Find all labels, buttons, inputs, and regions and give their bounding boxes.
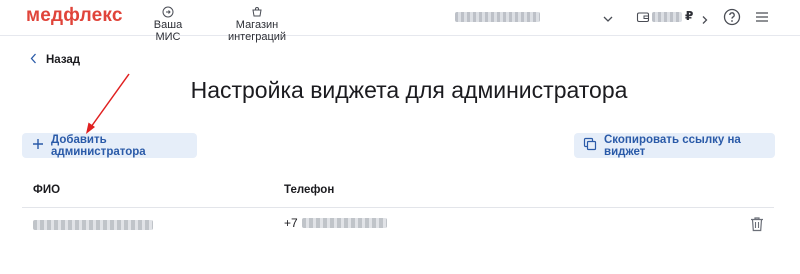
hamburger-menu-icon[interactable] — [755, 10, 769, 28]
add-administrator-button[interactable]: Добавить администратора — [22, 133, 197, 158]
wallet-icon — [636, 10, 650, 29]
delete-trash-icon[interactable] — [750, 216, 764, 237]
top-header: медфлекс Ваша МИС Магазин интеграций ₽ — [0, 0, 800, 43]
back-label: Назад — [46, 54, 81, 66]
table-divider — [22, 207, 774, 208]
brand-logo[interactable]: медфлекс — [26, 5, 123, 27]
column-header-full-name: ФИО — [33, 184, 61, 196]
currency-symbol: ₽ — [685, 9, 694, 23]
chevron-down-icon[interactable] — [602, 11, 614, 29]
nav-item-integration-store[interactable]: Магазин интеграций — [210, 6, 304, 43]
nav-item-label: Магазин интеграций — [227, 19, 287, 43]
nav-item-your-mis[interactable]: Ваша МИС — [143, 6, 193, 43]
page-title: Настройка виджета для администратора — [190, 77, 628, 103]
account-name-redacted[interactable] — [455, 12, 540, 22]
table-cell-phone: +7 — [284, 216, 387, 230]
plus-icon — [32, 138, 44, 153]
balance-amount-redacted[interactable] — [652, 12, 682, 22]
phone-number-redacted — [301, 218, 387, 228]
column-header-phone: Телефон — [284, 184, 335, 196]
chevron-right-icon[interactable] — [701, 12, 709, 30]
exit-icon — [143, 6, 193, 18]
table-cell-name-redacted — [33, 220, 153, 230]
copy-widget-link-button[interactable]: Скопировать ссылку на виджет — [574, 133, 775, 158]
back-link[interactable]: Назад — [30, 53, 80, 67]
copy-widget-link-label: Скопировать ссылку на виджет — [604, 133, 741, 158]
phone-prefix: +7 — [284, 216, 298, 230]
chevron-left-icon — [30, 53, 37, 67]
add-administrator-label: Добавить администратора — [51, 133, 146, 158]
shop-icon — [210, 6, 304, 18]
help-icon[interactable] — [723, 8, 741, 31]
nav-item-label: Ваша МИС — [153, 19, 183, 43]
copy-icon — [583, 137, 597, 154]
